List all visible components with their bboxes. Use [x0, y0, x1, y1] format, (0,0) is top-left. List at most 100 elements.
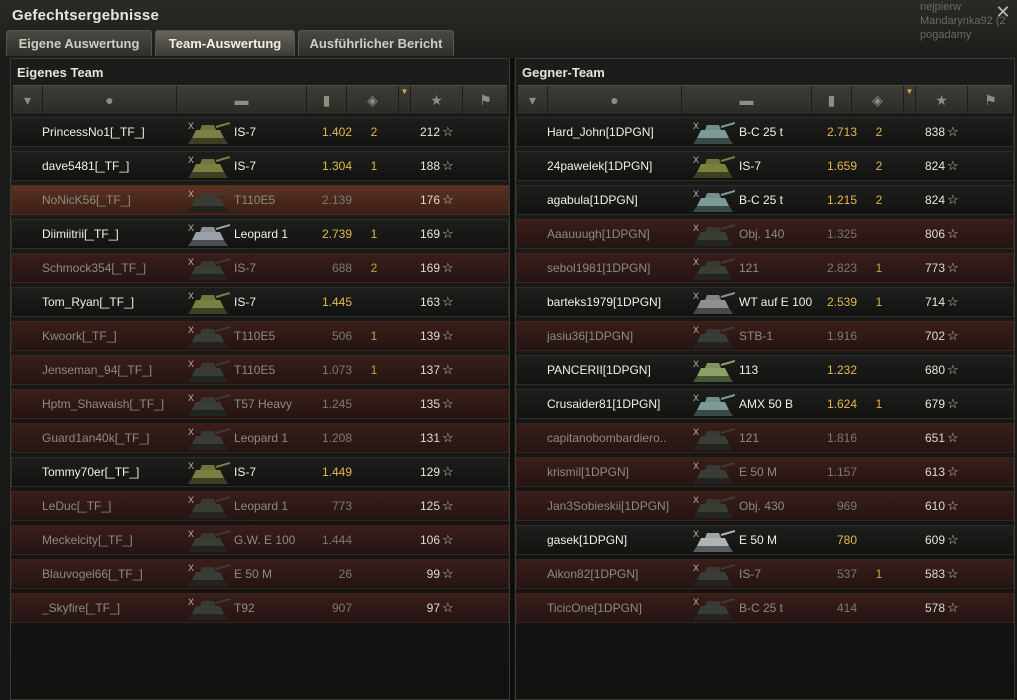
damage-value: 1.916: [826, 329, 857, 343]
xp-value: 135: [419, 397, 440, 411]
damage-value: 26: [338, 567, 352, 581]
damage-icon[interactable]: ▮: [307, 86, 347, 114]
chat-line: pogadamy: [920, 29, 972, 41]
table-row[interactable]: sebol1981[1DPGN] X 121 2.823 1 773 ☆: [516, 253, 1014, 283]
damage-value: 969: [836, 499, 857, 513]
table-row[interactable]: Kwoork[_TF_] X T110E5 506 1 139 ☆: [11, 321, 509, 351]
table-row[interactable]: Hard_John[1DPGN] X B-C 25 t 2.713 2 838 ☆: [516, 117, 1014, 147]
tank-icon[interactable]: ▬: [177, 86, 307, 114]
close-icon[interactable]: ✕: [995, 3, 1011, 21]
star-icon: ☆: [442, 464, 454, 479]
table-row[interactable]: Crusaider81[1DPGN] X AMX 50 B 1.624 1 679 ☆: [516, 389, 1014, 419]
table-row[interactable]: dave5481[_TF_] X IS-7 1.304 1 188 ☆: [11, 151, 509, 181]
kills-value: 2: [875, 159, 883, 173]
medal-icon[interactable]: ⚑: [463, 86, 509, 114]
player-icon[interactable]: ●: [548, 86, 682, 114]
xp-value: 702: [924, 329, 945, 343]
tier-label: X: [693, 495, 700, 505]
player-name: LeDuc[_TF_]: [42, 499, 112, 513]
table-row[interactable]: capitanobombardiero.. X 121 1.816 651 ☆: [516, 423, 1014, 453]
star-icon: ☆: [442, 294, 454, 309]
tier-label: X: [188, 291, 195, 301]
kills-value: [869, 322, 889, 350]
medal-icon[interactable]: ⚑: [968, 86, 1014, 114]
tier-label: X: [188, 121, 195, 131]
star-icon: ☆: [947, 294, 959, 309]
player-icon[interactable]: ●: [43, 86, 177, 114]
xp-value: 131: [419, 431, 440, 445]
table-row[interactable]: Jan3Sobieskii[1DPGN] X Obj. 430 969 610 ☆: [516, 491, 1014, 521]
table-row[interactable]: Tom_Ryan[_TF_] X IS-7 1.445 163 ☆: [11, 287, 509, 317]
player-name: PrincessNo1[_TF_]: [42, 125, 145, 139]
star-icon: ☆: [442, 124, 454, 139]
table-row[interactable]: PrincessNo1[_TF_] X IS-7 1.402 2 212 ☆: [11, 117, 509, 147]
table-row[interactable]: Hptm_Shawaish[_TF_] X T57 Heavy 1.245 135 ☆: [11, 389, 509, 419]
tab-own-evaluation[interactable]: Eigene Auswertung: [6, 30, 152, 56]
table-row[interactable]: Schmock354[_TF_] X IS-7 688 2 169 ☆: [11, 253, 509, 283]
window-title: Gefechtsergebnisse: [12, 7, 159, 24]
table-row[interactable]: 24pawelek[1DPGN] X IS-7 1.659 2 824 ☆: [516, 151, 1014, 181]
xp-value: 651: [924, 431, 945, 445]
tier-label: X: [693, 393, 700, 403]
xp-star-icon[interactable]: ★: [411, 86, 463, 114]
xp-value: 610: [924, 499, 945, 513]
tier-label: X: [188, 223, 195, 233]
table-row[interactable]: LeDuc[_TF_] X Leopard 1 773 125 ☆: [11, 491, 509, 521]
tier-label: X: [188, 325, 195, 335]
kills-icon[interactable]: ◈: [852, 86, 904, 114]
table-row[interactable]: Meckelcity[_TF_] X G.W. E 100 1.444 106 ☆: [11, 525, 509, 555]
star-icon: ☆: [947, 566, 959, 581]
table-row[interactable]: gasek[1DPGN] XE 50 M 780 609 ☆: [516, 525, 1014, 555]
table-row[interactable]: Tommy70er[_TF_] X IS-7 1.449 129 ☆: [11, 457, 509, 487]
tab-team-evaluation[interactable]: Team-Auswertung: [155, 30, 295, 56]
table-row[interactable]: PANCERII[1DPGN] X 113 1.232 680 ☆: [516, 355, 1014, 385]
damage-value: 2.739: [321, 227, 352, 241]
tank-icon[interactable]: ▬: [682, 86, 812, 114]
damage-value: 1.215: [826, 193, 857, 207]
table-row[interactable]: NoNicK56[_TF_] X T110E5 2.139 176 ☆: [11, 185, 509, 215]
kills-value: 1: [875, 567, 883, 581]
table-row[interactable]: Jenseman_94[_TF_] X T110E5 1.073 1 137 ☆: [11, 355, 509, 385]
damage-value: 1.444: [321, 533, 352, 547]
tier-label: X: [693, 121, 700, 131]
table-row[interactable]: TicicOne[1DPGN] X B-C 25 t 414 578 ☆: [516, 593, 1014, 623]
table-row[interactable]: barteks1979[1DPGN] X WT auf E 100 2.539 1 71…: [516, 287, 1014, 317]
xp-value: 583: [924, 567, 945, 581]
player-name: agabula[1DPGN]: [547, 193, 638, 207]
damage-value: 1.245: [321, 397, 352, 411]
xp-value: 97: [426, 601, 440, 615]
xp-value: 125: [419, 499, 440, 513]
rank-icon[interactable]: ▾: [518, 86, 548, 114]
tier-label: X: [188, 189, 195, 199]
title-bar: Gefechtsergebnisse nejpierw Mandarynka92…: [0, 0, 1017, 41]
xp-value: 578: [924, 601, 945, 615]
tab-detailed-report[interactable]: Ausführlicher Bericht: [298, 30, 454, 56]
player-name: Schmock354[_TF_]: [42, 261, 147, 275]
xp-star-icon[interactable]: ★: [916, 86, 968, 114]
kills-value: 2: [370, 261, 378, 275]
kills-value: 1: [370, 363, 378, 377]
table-row[interactable]: Blauvogel66[_TF_] XE 50 M 26 99 ☆: [11, 559, 509, 589]
table-row[interactable]: Aaauuugh[1DPGN] X Obj. 140 1.325 806 ☆: [516, 219, 1014, 249]
tier-label: X: [693, 529, 700, 539]
xp-value: 188: [419, 159, 440, 173]
player-name: PANCERII[1DPGN]: [547, 363, 651, 377]
star-icon: ☆: [947, 226, 959, 241]
table-row[interactable]: krismil[1DPGN] XE 50 M 1.157 613 ☆: [516, 457, 1014, 487]
xp-value: 806: [924, 227, 945, 241]
tier-label: X: [188, 359, 195, 369]
star-icon: ☆: [947, 124, 959, 139]
rank-icon[interactable]: ▾: [13, 86, 43, 114]
table-row[interactable]: Diimiitrii[_TF_] X Leopard 1 2.739 1 169 ☆: [11, 219, 509, 249]
damage-icon[interactable]: ▮: [812, 86, 852, 114]
table-row[interactable]: Aikon82[1DPGN] X IS-7 537 1 583 ☆: [516, 559, 1014, 589]
table-row[interactable]: agabula[1DPGN] X B-C 25 t 1.215 2 824 ☆: [516, 185, 1014, 215]
kills-icon[interactable]: ◈: [347, 86, 399, 114]
xp-value: 838: [924, 125, 945, 139]
table-row[interactable]: Guard1an40k[_TF_] X Leopard 1 1.208 131 ☆: [11, 423, 509, 453]
kills-value: [869, 492, 889, 520]
xp-value: 679: [924, 397, 945, 411]
table-row[interactable]: _Skyfire[_TF_] X T92 907 97 ☆: [11, 593, 509, 623]
table-row[interactable]: jasiu36[1DPGN] X STB-1 1.916 702 ☆: [516, 321, 1014, 351]
star-icon: ☆: [947, 600, 959, 615]
